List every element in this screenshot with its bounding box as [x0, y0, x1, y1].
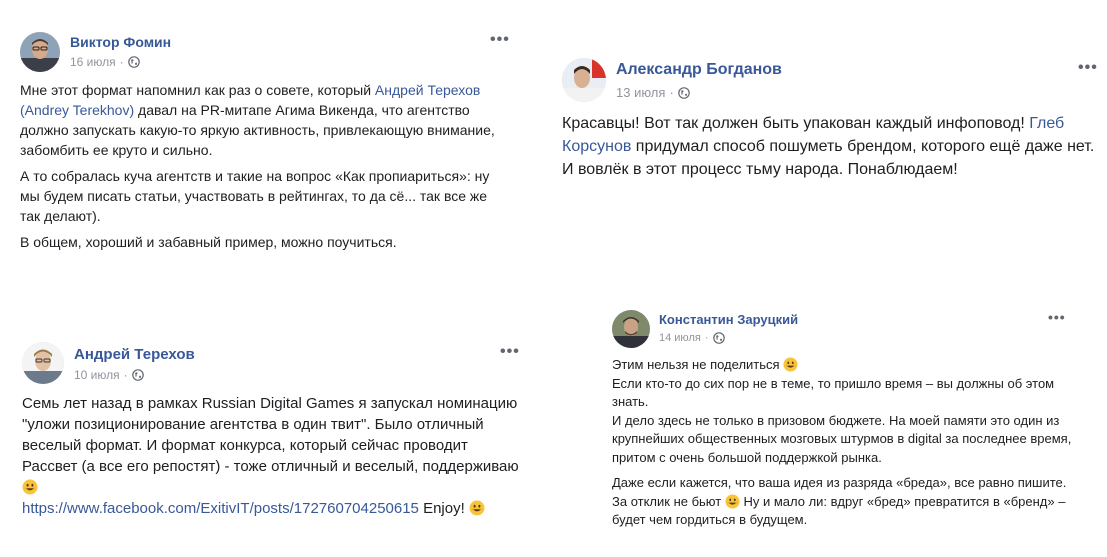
avatar[interactable] [612, 310, 650, 348]
post-header: Виктор Фомин 16 июля · ••• [20, 28, 510, 76]
post-paragraph: Даже если кажется, что ваша идея из разр… [612, 474, 1072, 530]
post-date[interactable]: 13 июля [616, 85, 665, 100]
author-name[interactable]: Александр Богданов [616, 61, 782, 79]
post-paragraph: Семь лет назад в рамках Russian Digital … [22, 393, 527, 519]
avatar-photo-icon [562, 58, 606, 102]
post-text: Мне этот формат напомнил как раз о совет… [20, 80, 510, 252]
post-paragraph: Красавцы! Вот так должен быть упакован к… [562, 112, 1100, 181]
globe-icon [713, 332, 725, 344]
meta-separator: · [123, 368, 128, 382]
post-aleksandr-bogdanov: Александр Богданов 13 июля · ••• Красавц… [562, 56, 1100, 178]
post-paragraph: Мне этот формат напомнил как раз о совет… [20, 80, 510, 160]
smiley-emoji-icon [783, 357, 798, 372]
author-name[interactable]: Константин Заруцкий [659, 312, 798, 327]
text: Мне этот формат напомнил как раз о совет… [20, 82, 375, 98]
post-meta: 16 июля · [70, 55, 140, 69]
post-andrey-terekhov: Андрей Терехов 10 июля · ••• Семь лет на… [22, 340, 527, 517]
text: придумал способ пошуметь брендом, которо… [562, 138, 1095, 178]
post-date[interactable]: 14 июля [659, 332, 701, 344]
post-paragraph: Этим нельзя не поделиться Если кто-то до… [612, 356, 1072, 467]
post-header: Александр Богданов 13 июля · ••• [562, 56, 1100, 104]
post-text: Этим нельзя не поделиться Если кто-то до… [612, 356, 1072, 530]
more-options-button[interactable]: ••• [1078, 60, 1098, 76]
post-date[interactable]: 10 июля [74, 368, 120, 382]
globe-icon [132, 369, 144, 381]
author-name[interactable]: Андрей Терехов [74, 346, 195, 363]
post-header: Константин Заруцкий 14 июля · ••• [612, 308, 1072, 356]
post-header: Андрей Терехов 10 июля · ••• [22, 340, 527, 388]
avatar-photo-icon [22, 342, 64, 384]
text: Если кто-то до сих пор не в теме, то при… [612, 375, 1055, 410]
text: Красавцы! Вот так должен быть упакован к… [562, 115, 1030, 132]
post-meta: 13 июля · [616, 85, 690, 100]
avatar[interactable] [20, 32, 60, 72]
post-text: Красавцы! Вот так должен быть упакован к… [562, 112, 1100, 181]
post-paragraph: А то собралась куча агентств и такие на … [20, 168, 490, 224]
post-date[interactable]: 16 июля [70, 55, 116, 69]
post-meta: 14 июля · [659, 332, 725, 344]
smiley-emoji-icon [469, 500, 485, 516]
avatar[interactable] [562, 58, 606, 102]
smiley-emoji-icon [22, 479, 38, 495]
text: И дело здесь не только в призовом бюджет… [612, 412, 1072, 465]
post-paragraph: В общем, хороший и забавный пример, можн… [20, 234, 397, 250]
avatar-photo-icon [20, 32, 60, 72]
post-text: Семь лет назад в рамках Russian Digital … [22, 393, 527, 519]
text: Семь лет назад в рамках Russian Digital … [22, 395, 519, 475]
meta-separator: · [704, 332, 709, 344]
post-konstantin-zarutskiy: Константин Заруцкий 14 июля · ••• Этим н… [612, 308, 1072, 527]
globe-icon [128, 56, 140, 68]
more-options-button[interactable]: ••• [490, 32, 510, 48]
post-meta: 10 июля · [74, 368, 144, 382]
meta-separator: · [119, 55, 124, 69]
text: Enjoy! [418, 500, 469, 517]
author-name[interactable]: Виктор Фомин [70, 34, 171, 50]
text: Этим нельзя не поделиться [612, 357, 784, 372]
avatar-photo-icon [612, 310, 650, 348]
smiley-emoji-icon [725, 494, 740, 509]
post-viktor-fomin: Виктор Фомин 16 июля · ••• Мне этот форм… [20, 28, 510, 250]
external-link[interactable]: https://www.facebook.com/ExitivIT/posts/… [22, 500, 419, 517]
globe-icon [678, 87, 690, 99]
more-options-button[interactable]: ••• [500, 344, 520, 360]
meta-separator: · [669, 85, 674, 100]
avatar[interactable] [22, 342, 64, 384]
more-options-button[interactable]: ••• [1048, 310, 1066, 324]
